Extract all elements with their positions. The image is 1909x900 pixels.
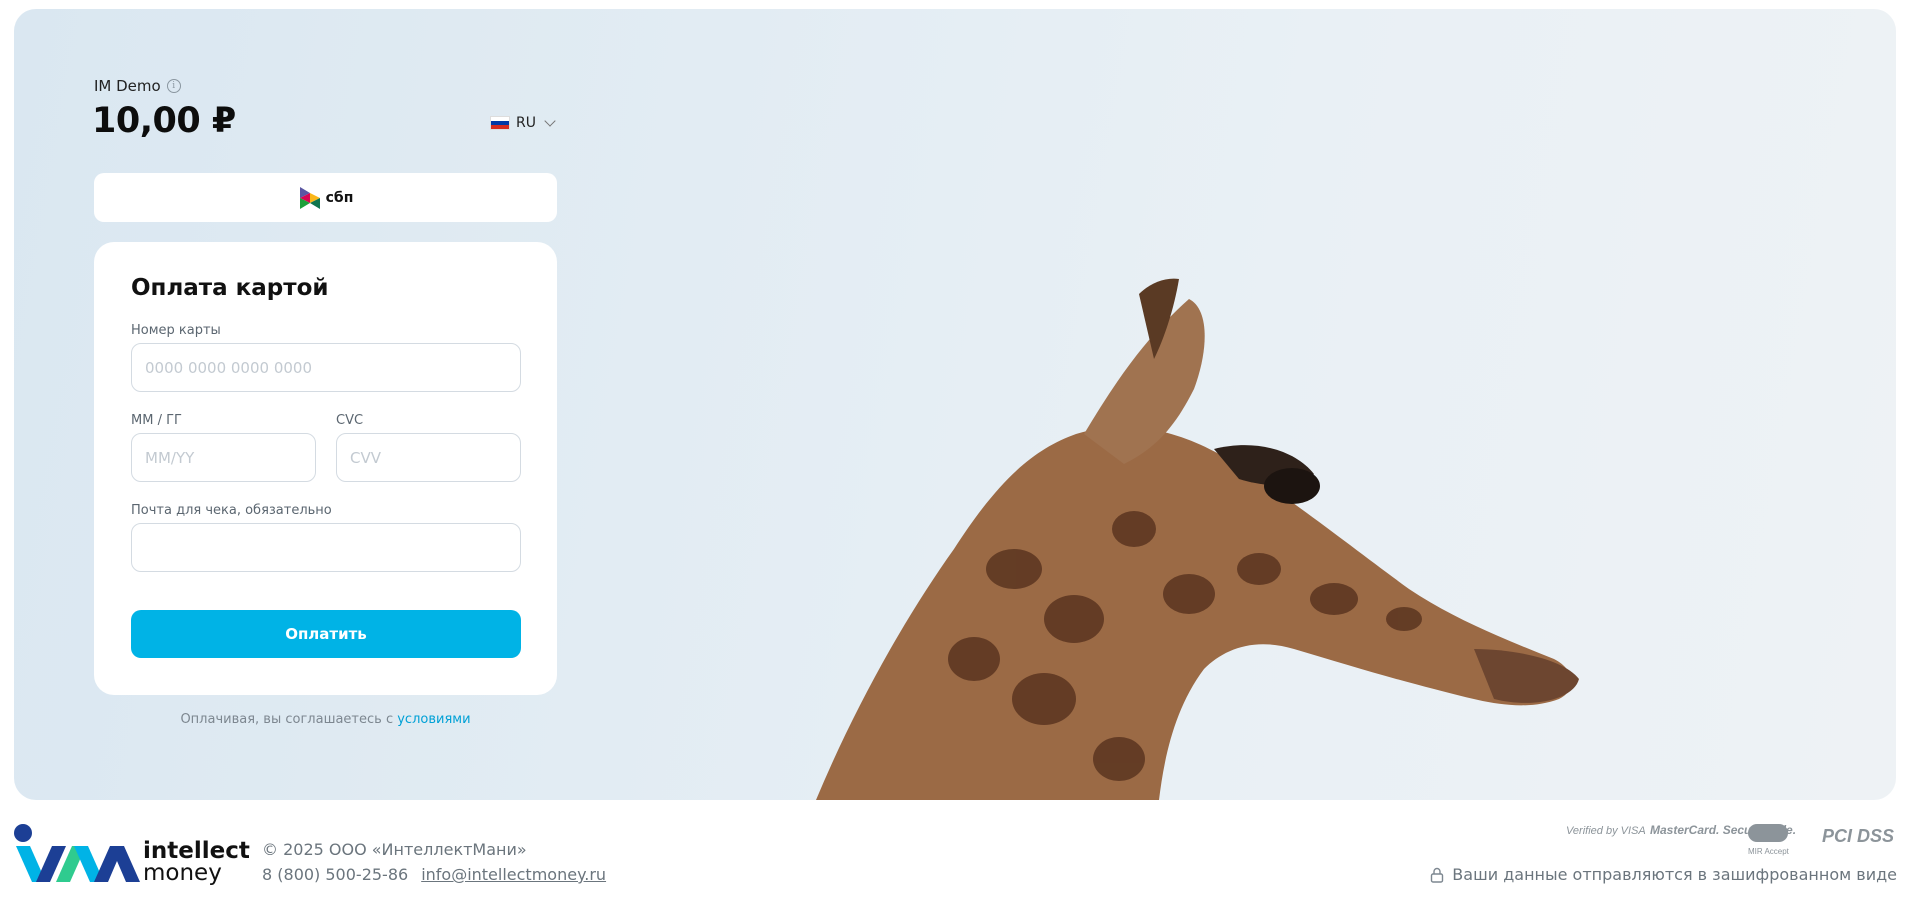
verified-by-visa-icon: Verified by VISA <box>1566 825 1646 837</box>
contacts: 8 (800) 500-25-86 info@intellectmoney.ru <box>262 865 606 884</box>
sbp-label: сбп <box>325 189 354 206</box>
terms-notice: Оплачивая, вы соглашаетесь с условиями <box>94 712 557 727</box>
secure-text: Ваши данные отправляются в зашифрованном… <box>1452 865 1897 884</box>
chevron-down-icon <box>544 115 556 127</box>
form-title: Оплата картой <box>131 275 329 301</box>
info-icon[interactable]: i <box>166 79 181 93</box>
support-email-link[interactable]: info@intellectmoney.ru <box>421 865 606 884</box>
sbp-pay-button[interactable]: сбп <box>94 173 557 222</box>
email-label: Почта для чека, обязательно <box>131 503 332 518</box>
merchant-name: IM Demo <box>94 77 161 95</box>
terms-link[interactable]: условиями <box>397 712 470 727</box>
expiry-input[interactable] <box>131 433 316 482</box>
badge-visa: Verified by VISA <box>1566 825 1646 837</box>
brand-line1: intellect <box>143 838 250 864</box>
lock-icon <box>1431 867 1444 883</box>
payment-amount: 10,00 ₽ <box>92 101 236 141</box>
secure-notice: Ваши данные отправляются в зашифрованном… <box>1430 865 1897 884</box>
card-number-input[interactable] <box>131 343 521 392</box>
language-code: RU <box>516 115 536 131</box>
brand-line2: money <box>143 860 222 886</box>
sbp-logo-icon <box>299 186 320 209</box>
russia-flag-icon <box>490 116 510 130</box>
copyright: © 2025 ООО «ИнтеллектМани» <box>262 840 527 859</box>
badge-pci: PCI DSS <box>1822 826 1894 846</box>
badge-mir: MIR Accept <box>1748 847 1790 856</box>
terms-text: Оплачивая, вы соглашаетесь с <box>180 712 398 727</box>
payment-badges: Verified by VISA MasterCard. SecureCode.… <box>1566 823 1894 856</box>
email-input[interactable] <box>131 523 521 572</box>
card-payment-form: Оплата картой Номер карты ММ / ГГ CVC По… <box>94 242 557 695</box>
cvc-input[interactable] <box>336 433 521 482</box>
expiry-label: ММ / ГГ <box>131 413 182 428</box>
cvc-label: CVC <box>336 413 364 428</box>
pci-dss-icon: PCI DSS <box>1822 826 1894 846</box>
brand-name: intellect money <box>143 838 250 886</box>
phone-number: 8 (800) 500-25-86 <box>262 865 409 884</box>
card-number-label: Номер карты <box>131 323 221 338</box>
pay-button[interactable]: Оплатить <box>131 610 521 658</box>
language-selector[interactable]: RU <box>490 115 556 131</box>
mir-accept-icon: MIR Accept <box>1748 824 1790 856</box>
merchant-header: IM Demo i <box>94 77 181 95</box>
